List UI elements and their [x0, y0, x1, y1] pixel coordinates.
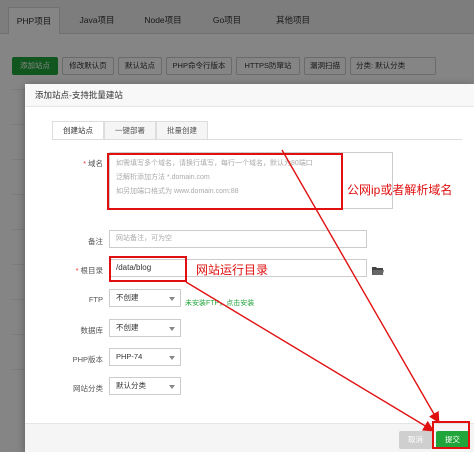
- php-version-select[interactable]: PHP-74: [109, 348, 181, 366]
- database-select[interactable]: 不创建: [109, 319, 181, 337]
- root-dir-label: * 根目录: [75, 266, 103, 275]
- root-dir-highlight-box: [109, 256, 187, 282]
- root-dir-annotation: 网站运行目录: [196, 263, 269, 277]
- site-category-select[interactable]: 默认分类: [109, 377, 181, 395]
- chevron-down-icon: [169, 327, 175, 331]
- tabs-divider: [52, 139, 462, 140]
- chevron-down-icon: [169, 356, 175, 360]
- site-category-value: 默认分类: [116, 381, 146, 390]
- chevron-down-icon: [169, 385, 175, 389]
- submit-highlight-box: [432, 421, 470, 449]
- dialog-title: 添加站点-支持批量建站: [25, 84, 474, 107]
- remark-label: 备注: [88, 237, 103, 246]
- database-label: 数据库: [80, 326, 104, 335]
- tab-batch-create[interactable]: 批量创建: [156, 121, 208, 140]
- php-version-value: PHP-74: [116, 352, 143, 361]
- domain-label: * 域名: [83, 159, 103, 168]
- cancel-button[interactable]: 取消: [399, 431, 432, 449]
- ftp-select[interactable]: 不创建: [109, 289, 181, 307]
- domain-highlight-box: [107, 153, 343, 210]
- ftp-label: FTP: [88, 295, 103, 304]
- dialog-footer: 取消 提交: [25, 423, 474, 452]
- folder-icon[interactable]: [372, 266, 384, 276]
- site-category-label: 网站分类: [73, 384, 103, 393]
- ftp-install-link[interactable]: 未安装FTP，点击安装: [185, 298, 254, 308]
- database-select-value: 不创建: [116, 323, 139, 332]
- tab-create-site[interactable]: 创建站点: [52, 121, 104, 140]
- chevron-down-icon: [169, 297, 175, 301]
- ftp-select-value: 不创建: [116, 293, 139, 302]
- php-version-label: PHP版本: [72, 355, 103, 364]
- domain-annotation: 公网ip或者解析域名: [347, 183, 453, 197]
- remark-input[interactable]: 网站备注，可为空: [109, 230, 367, 248]
- tab-one-click-deploy[interactable]: 一键部署: [104, 121, 156, 140]
